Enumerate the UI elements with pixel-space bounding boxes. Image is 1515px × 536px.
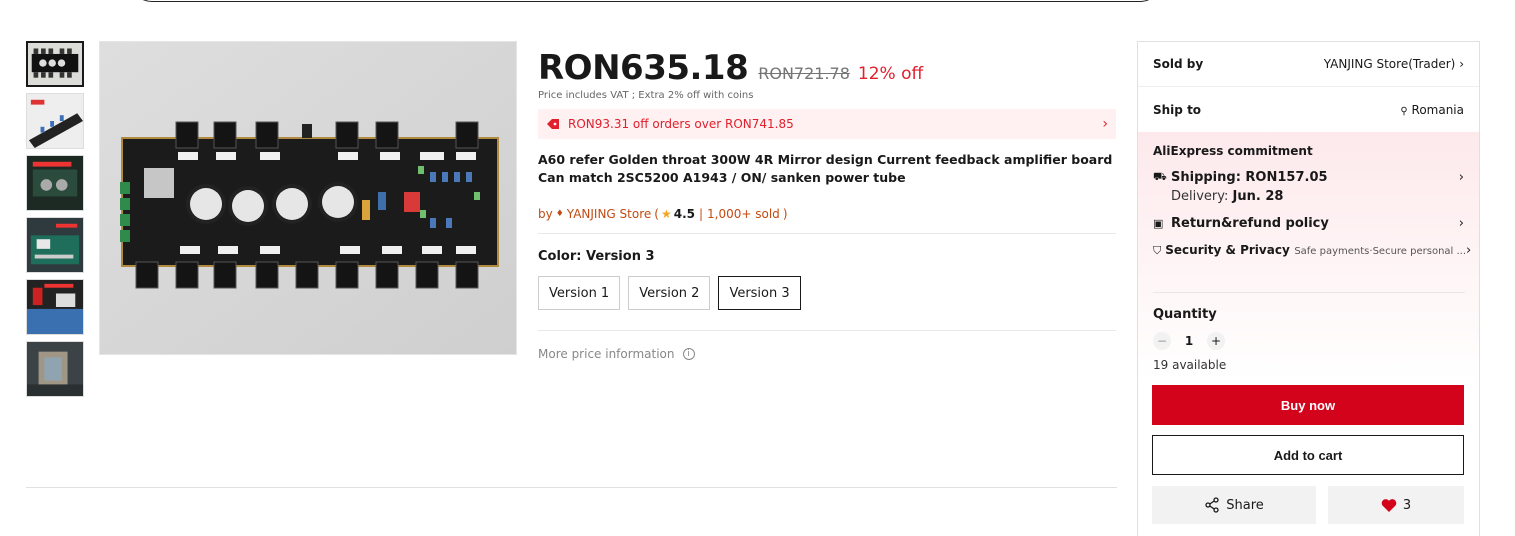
store-link[interactable]: YANJING Store [567, 207, 651, 221]
thumbnail-4[interactable] [26, 217, 84, 273]
store-rating: 4.5 [673, 207, 695, 221]
chevron-right-icon: › [1466, 243, 1472, 258]
more-price-info[interactable]: More price information i [538, 330, 1116, 361]
commitment-title: AliExpress commitment [1153, 144, 1313, 158]
security-text: Security & Privacy [1165, 243, 1290, 257]
variant-version-1[interactable]: Version 1 [538, 276, 621, 310]
delivery-label: Delivery: [1171, 189, 1229, 204]
product-title: A60 refer Golden throat 300W 4R Mirror d… [538, 152, 1113, 185]
discount-label: 12% off [857, 64, 924, 84]
vat-note: Price includes VAT ; Extra 2% off with c… [538, 90, 754, 101]
sold-count: 1,000+ sold [707, 207, 780, 221]
heart-icon [1381, 498, 1397, 512]
return-box-icon: ▣ [1153, 217, 1164, 230]
seller-prefix: by [538, 207, 553, 221]
variant-list: Version 1 Version 2 Version 3 [538, 276, 1118, 310]
shipping-row[interactable]: ⛟ Shipping: RON157.05 › [1153, 170, 1464, 185]
shield-icon: ⛉ [1153, 243, 1162, 257]
info-icon: i [682, 348, 695, 360]
seller-name: YANJING Store(Trader) [1323, 57, 1456, 71]
sold-by-row[interactable]: Sold by YANJING Store(Trader) › [1138, 42, 1479, 87]
thumbnail-1[interactable] [26, 41, 84, 87]
color-label: Color: Version 3 [538, 249, 655, 264]
increase-button[interactable]: + [1207, 332, 1225, 350]
security-subtext: Safe payments·Secure personal ... [1294, 246, 1467, 257]
delivery-info: Delivery: Jun. 28 [1171, 189, 1464, 204]
quantity-value[interactable]: 1 [1171, 334, 1207, 348]
current-price: RON635.18 [538, 48, 749, 88]
stock-available: 19 available [1153, 358, 1227, 372]
store-icon: ♦ [555, 209, 564, 219]
purchase-panel: Sold by YANJING Store(Trader) › Ship to … [1137, 41, 1480, 536]
price-row: RON635.18 RON721.78 12% off [538, 48, 1118, 88]
chevron-right-icon: › [1102, 116, 1108, 132]
content-divider [26, 487, 1117, 488]
store-line: by ♦ YANJING Store ( ★ 4.5 | 1,000+ sold… [538, 207, 1116, 234]
add-to-cart-button[interactable]: Add to cart [1152, 435, 1464, 475]
search-bar-edge[interactable] [130, 0, 1162, 2]
ship-country: Romania [1411, 102, 1464, 117]
variant-version-3[interactable]: Version 3 [718, 276, 801, 310]
star-icon: ★ [660, 207, 672, 221]
product-main-image[interactable] [99, 41, 517, 355]
location-pin-icon: ⚲ [1400, 105, 1408, 117]
share-button[interactable]: Share [1152, 486, 1316, 524]
ship-to-row[interactable]: Ship to ⚲ Romania [1138, 87, 1479, 132]
coupon-tag-icon [547, 119, 559, 129]
buy-now-button[interactable]: Buy now [1152, 385, 1464, 425]
thumbnail-3[interactable] [26, 155, 84, 211]
thumbnail-6[interactable] [26, 341, 84, 397]
truck-icon: ⛟ [1153, 170, 1167, 183]
thumbnail-5[interactable] [26, 279, 84, 335]
return-policy-row[interactable]: ▣ Return&refund policy › [1153, 216, 1464, 231]
quantity-section: Quantity − 1 + 19 available [1153, 292, 1465, 372]
more-price-text: More price information [538, 347, 675, 361]
wishlist-count: 3 [1402, 497, 1412, 513]
return-policy-text: Return&refund policy [1171, 216, 1329, 231]
shipping-cost: Shipping: RON157.05 [1171, 170, 1328, 185]
decrease-button[interactable]: − [1153, 332, 1171, 350]
quantity-label: Quantity [1153, 307, 1217, 322]
chevron-right-icon: › [1459, 57, 1464, 71]
security-row[interactable]: ⛉ Security & Privacy Safe payments·Secur… [1153, 243, 1471, 258]
share-icon [1205, 497, 1219, 513]
delivery-date: Jun. 28 [1232, 189, 1284, 204]
sold-by-label: Sold by [1153, 57, 1204, 71]
ship-to-label: Ship to [1153, 102, 1202, 117]
promo-text: RON93.31 off orders over RON741.85 [568, 117, 794, 131]
original-price: RON721.78 [758, 64, 850, 83]
chevron-right-icon: › [1458, 170, 1464, 185]
thumbnail-2[interactable] [26, 93, 84, 149]
variant-version-2[interactable]: Version 2 [628, 276, 711, 310]
wishlist-button[interactable]: 3 [1328, 486, 1464, 524]
product-info: RON635.18 RON721.78 12% off Price includ… [538, 48, 1118, 361]
thumbnail-list [26, 41, 86, 403]
promo-banner[interactable]: RON93.31 off orders over RON741.85 › [538, 109, 1116, 139]
quantity-stepper: − 1 + [1153, 332, 1465, 350]
chevron-right-icon: › [1458, 216, 1464, 231]
share-label: Share [1226, 497, 1264, 513]
